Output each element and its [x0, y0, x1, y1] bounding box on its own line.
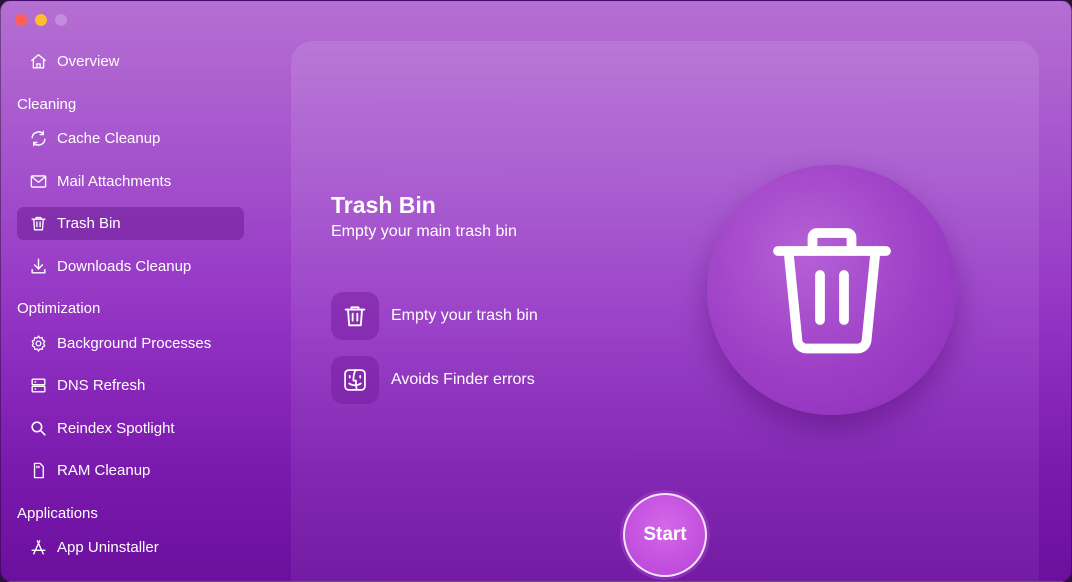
feature-empty-trash: Empty your trash bin: [331, 292, 538, 340]
sidebar-item-mail-attachments[interactable]: Mail Attachments: [17, 165, 244, 198]
app-store-icon: [28, 538, 48, 558]
sidebar-item-app-uninstaller[interactable]: App Uninstaller: [17, 531, 244, 564]
download-icon: [28, 257, 48, 277]
sidebar-item-label: Overview: [57, 53, 120, 70]
section-title-cleaning: Cleaning: [17, 96, 77, 113]
page-subtitle: Empty your main trash bin: [331, 223, 517, 240]
sidebar-item-overview[interactable]: Overview: [17, 45, 244, 78]
sidebar-item-cache-cleanup[interactable]: Cache Cleanup: [17, 122, 244, 155]
feature-label: Empty your trash bin: [391, 307, 538, 324]
trash-icon: [331, 292, 379, 340]
sidebar-item-reindex-spotlight[interactable]: Reindex Spotlight: [17, 412, 244, 445]
page-title: Trash Bin: [331, 192, 436, 218]
server-icon: [28, 376, 48, 396]
envelope-icon: [28, 172, 48, 192]
sidebar-item-label: RAM Cleanup: [57, 462, 151, 479]
sidebar-item-label: Mail Attachments: [57, 173, 172, 190]
section-title-optimization: Optimization: [17, 300, 101, 317]
search-icon: [28, 419, 48, 439]
sidebar-item-dns-refresh[interactable]: DNS Refresh: [17, 369, 244, 402]
sidebar-item-label: Background Processes: [57, 335, 212, 352]
feature-avoid-finder-errors: Avoids Finder errors: [331, 356, 535, 404]
sidebar-item-label: Cache Cleanup: [57, 130, 161, 147]
sidebar-item-downloads-cleanup[interactable]: Downloads Cleanup: [17, 250, 244, 283]
section-title-applications: Applications: [17, 505, 98, 522]
sidebar-item-label: App Uninstaller: [57, 539, 159, 556]
trash-icon: [28, 214, 48, 234]
refresh-icon: [28, 129, 48, 149]
sidebar-item-trash-bin[interactable]: Trash Bin: [17, 207, 244, 240]
sidebar: Overview Cleaning Cache Cleanup Mail Att…: [1, 1, 259, 581]
feature-label: Avoids Finder errors: [391, 371, 535, 388]
hero-trash-illustration: [707, 165, 957, 415]
sidebar-item-background-processes[interactable]: Background Processes: [17, 327, 244, 360]
memory-card-icon: [28, 461, 48, 481]
sidebar-item-ram-cleanup[interactable]: RAM Cleanup: [17, 454, 244, 487]
finder-icon: [331, 356, 379, 404]
sidebar-item-label: Downloads Cleanup: [57, 258, 192, 275]
start-button[interactable]: Start: [623, 493, 707, 577]
home-icon: [28, 52, 48, 72]
sidebar-item-label: DNS Refresh: [57, 377, 146, 394]
sidebar-item-label: Reindex Spotlight: [57, 420, 175, 437]
app-window: Overview Cleaning Cache Cleanup Mail Att…: [0, 0, 1072, 582]
gear-icon: [28, 334, 48, 354]
trash-icon: [773, 228, 891, 354]
sidebar-item-label: Trash Bin: [57, 215, 121, 232]
